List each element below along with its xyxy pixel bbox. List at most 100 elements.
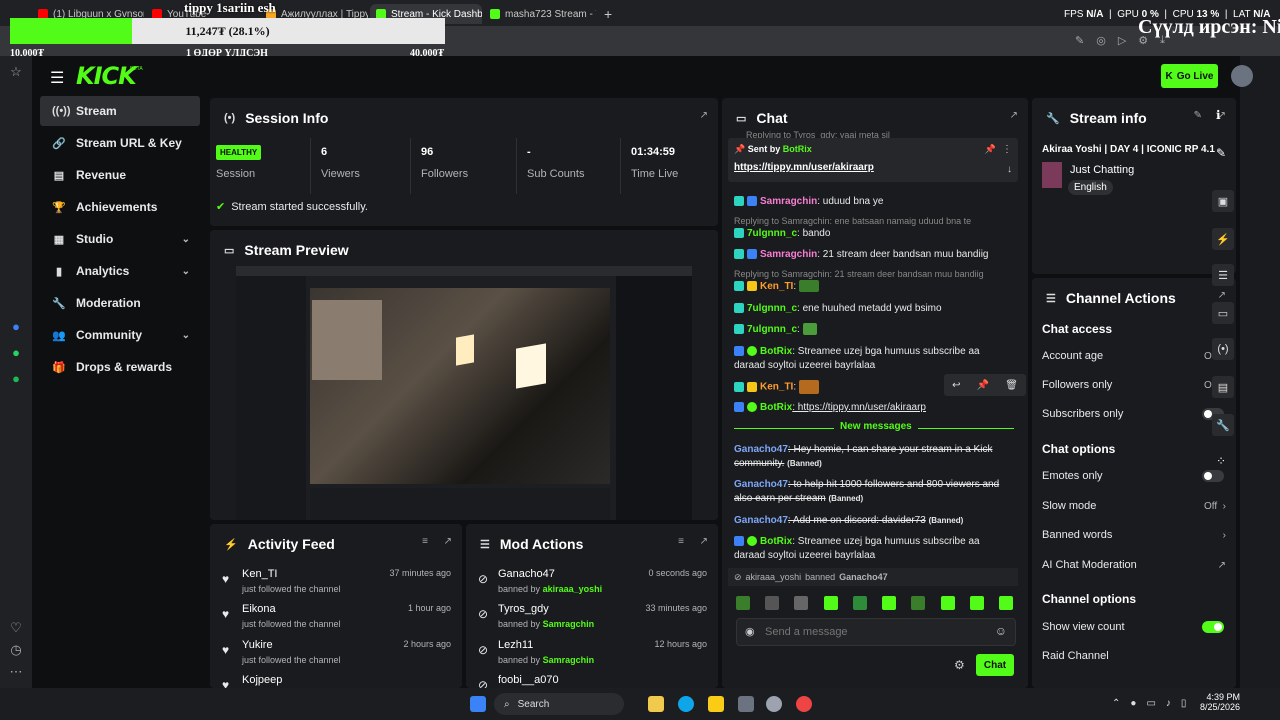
popout-icon[interactable]: ↗: [1010, 110, 1018, 121]
sidebar-item-studio[interactable]: ▦ Studio ⌄: [40, 224, 200, 254]
banned-message: Ganacho47: to help hit 1000 followers an…: [734, 479, 1000, 504]
emote-icon[interactable]: [969, 596, 984, 610]
emote-icon[interactable]: [794, 596, 809, 610]
avatar[interactable]: [1231, 65, 1253, 87]
emote-icon[interactable]: [911, 596, 926, 610]
edit-icon[interactable]: ✎: [1194, 110, 1202, 121]
chat-send-button[interactable]: Chat: [976, 654, 1014, 676]
search-icon: ⌕: [504, 698, 510, 710]
whatsapp-icon[interactable]: ●: [8, 344, 24, 360]
mic-icon[interactable]: ●: [1130, 698, 1136, 709]
filter-icon[interactable]: ≡: [422, 536, 428, 547]
messenger-icon[interactable]: ●: [8, 318, 24, 334]
emote-icon[interactable]: [998, 596, 1013, 610]
kick-logo[interactable]: KICK: [76, 62, 137, 90]
play-icon[interactable]: ▷: [1118, 34, 1126, 47]
bot-badge-icon: [734, 346, 744, 357]
app-icon[interactable]: [708, 696, 724, 712]
add-widget-icon[interactable]: ⁘: [1216, 454, 1226, 468]
stream-preview-video[interactable]: [236, 266, 692, 520]
go-live-button[interactable]: K Go Live: [1161, 64, 1218, 88]
history-icon[interactable]: ◷: [8, 642, 24, 658]
followers-only-row[interactable]: Followers onlyOff ›: [1042, 374, 1228, 396]
app-icon[interactable]: [766, 696, 782, 712]
chat-panel: ▭ Chat ↗ Replying to Tyros_gdy: yaaj meta…: [722, 98, 1028, 688]
trophy-icon: 🏆: [52, 201, 66, 214]
more-icon[interactable]: ⋯: [8, 664, 24, 680]
chat-settings-icon[interactable]: ⚙: [954, 658, 965, 672]
taskbar-search[interactable]: ⌕ Search: [494, 693, 624, 715]
layout-icon[interactable]: ▣: [1212, 190, 1234, 212]
session-info-panel: (•) Session Info ↗ HEALTHY Session 6 Viewe…: [210, 98, 718, 226]
star-icon[interactable]: ☆: [8, 64, 24, 80]
sidebar-item-drops[interactable]: 🎁 Drops & rewards: [40, 352, 200, 382]
health-badge: HEALTHY: [216, 144, 262, 160]
popout-icon[interactable]: ↗: [700, 110, 708, 121]
chat-message: Samragchin: uduud bna ye: [734, 195, 1018, 209]
channel-options-heading: Channel options: [1042, 592, 1136, 606]
emote-icon[interactable]: [940, 596, 955, 610]
chevron-up-icon[interactable]: ⌃: [1112, 698, 1120, 709]
sidebar-item-analytics[interactable]: ▮ Analytics ⌄: [40, 256, 200, 286]
ai-moderation-row[interactable]: AI Chat Moderation ↗: [1042, 554, 1228, 576]
edit-icon[interactable]: ✎: [1075, 34, 1084, 47]
reply-icon[interactable]: ↩: [952, 380, 960, 391]
popout-icon[interactable]: ↗: [444, 536, 452, 547]
emotes-only-row: Emotes only: [1042, 465, 1228, 487]
sidebar-item-achievements[interactable]: 🏆 Achievements: [40, 192, 200, 222]
heart-icon: ♥: [222, 572, 230, 586]
pinned-link[interactable]: https://tippy.mn/user/akiraarp: [734, 162, 874, 173]
account-age-row[interactable]: Account ageOff ›: [1042, 345, 1228, 367]
slow-mode-row[interactable]: Slow mode Off ›: [1042, 495, 1228, 517]
sidebar-item-community[interactable]: 👥 Community ⌄: [40, 320, 200, 350]
og-badge-icon: [747, 281, 757, 292]
more-options-icon[interactable]: ⋮: [1002, 144, 1012, 155]
latest-tip-overlay: Сүүлд ирсэн: Ni: [1138, 16, 1280, 38]
start-icon[interactable]: [470, 696, 486, 712]
edit-icon[interactable]: ✎: [1216, 146, 1226, 160]
emote-icon[interactable]: [765, 596, 780, 610]
radio-icon[interactable]: (•): [1212, 338, 1234, 360]
list-icon[interactable]: ☰: [1212, 264, 1234, 286]
spotify-icon[interactable]: ●: [8, 370, 24, 386]
chat-icon[interactable]: ▭: [1212, 302, 1234, 324]
chat-user-icon[interactable]: ◉: [745, 625, 755, 638]
bolt-icon[interactable]: ⚡: [1212, 228, 1234, 250]
emote-icon[interactable]: [852, 596, 867, 610]
wrench-icon[interactable]: 🔧: [1212, 414, 1234, 436]
clock[interactable]: 4:39 PM 8/25/2026: [1200, 692, 1240, 712]
emoji-icon[interactable]: ☺: [995, 624, 1007, 638]
edge-icon[interactable]: [678, 696, 694, 712]
browser-tab[interactable]: masha723 Stream - W: [484, 4, 596, 24]
emote-icon[interactable]: [882, 596, 897, 610]
raid-channel-row[interactable]: Raid Channel: [1042, 645, 1228, 667]
menu-icon[interactable]: ☰: [50, 68, 64, 88]
unpin-icon[interactable]: 📌: [985, 144, 996, 155]
stat-followers: 96 Followers: [410, 138, 510, 194]
volume-icon[interactable]: ♪: [1166, 698, 1171, 709]
camera-icon[interactable]: ◎: [1096, 34, 1106, 47]
battery-icon[interactable]: ▯: [1181, 698, 1187, 709]
opera-icon[interactable]: [796, 696, 812, 712]
sidebar-item-stream-url[interactable]: 🔗 Stream URL & Key: [40, 128, 200, 158]
popout-icon[interactable]: ↗: [700, 536, 708, 547]
expand-icon[interactable]: ↓: [1007, 164, 1012, 175]
chat-reply-context: Replying to Samragchin: ene batsaan nama…: [734, 216, 972, 226]
sidebar-item-moderation[interactable]: 🔧 Moderation: [40, 288, 200, 318]
sidebar-item-stream[interactable]: ((•)) Stream: [40, 96, 200, 126]
info-icon[interactable]: ℹ: [1216, 108, 1221, 122]
grid-icon[interactable]: ▤: [1212, 376, 1234, 398]
filter-icon[interactable]: ≡: [678, 536, 684, 547]
heart-icon[interactable]: ♡: [8, 620, 24, 636]
file-explorer-icon[interactable]: [648, 696, 664, 712]
delete-icon[interactable]: 🗑: [1005, 380, 1018, 391]
sidebar-item-revenue[interactable]: ▤ Revenue: [40, 160, 200, 190]
new-tab-button[interactable]: +: [598, 4, 618, 24]
app-icon[interactable]: [738, 696, 754, 712]
emote-icon[interactable]: [823, 596, 838, 610]
network-icon[interactable]: ▭: [1146, 698, 1155, 709]
emote-icon[interactable]: [736, 596, 750, 610]
banned-words-row[interactable]: Banned words ›: [1042, 524, 1228, 546]
chat-input[interactable]: [765, 623, 985, 641]
pin-icon[interactable]: 📌: [977, 380, 989, 391]
